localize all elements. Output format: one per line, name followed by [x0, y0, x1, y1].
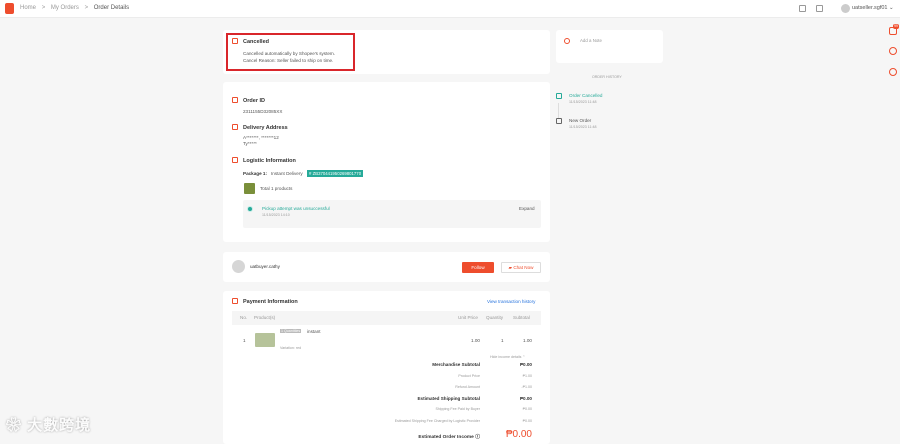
- hide-income-details[interactable]: Hide income details ⌃: [490, 355, 525, 359]
- order-id-value: 2311155D32085XX: [243, 109, 283, 114]
- total-products: Total 1 products: [260, 186, 293, 191]
- history-event-cancelled: Order Cancelled: [569, 93, 603, 98]
- status-title: Cancelled: [243, 39, 269, 45]
- breadcrumb-home[interactable]: Home: [20, 5, 36, 11]
- product-image: [255, 333, 275, 347]
- header-quantity: Quantity: [486, 315, 504, 320]
- income-label: Estimated Order Income ⓘ: [418, 435, 480, 440]
- row-subtotal: 1.00: [523, 338, 532, 343]
- summary-value: ₱0.00: [519, 362, 532, 367]
- summary-label: Refund Amount: [455, 385, 480, 389]
- header-product: Product(s): [254, 315, 276, 320]
- breadcrumb-my-orders[interactable]: My Orders: [51, 5, 79, 11]
- summary-label: Merchandise Subtotal: [432, 362, 480, 367]
- status-line-1: Cancelled automatically by Shopee's syst…: [243, 51, 336, 56]
- row-unit-price: 1.00: [471, 338, 480, 343]
- delivery-address-label: Delivery Address: [243, 125, 288, 131]
- history-title: ORDER HISTORY: [592, 75, 622, 79]
- summary-value: ₱0.00: [519, 396, 532, 401]
- buyer-avatar[interactable]: [232, 260, 245, 273]
- status-dot-icon: [247, 206, 253, 212]
- order-id-label: Order ID: [243, 98, 266, 104]
- logistic-info-label: Logistic Information: [243, 158, 296, 164]
- history-time-new: 11/15/2023 11:48: [569, 125, 597, 129]
- summary-value: ₱1.00: [522, 374, 532, 378]
- breadcrumb-current: Order Details: [93, 5, 130, 11]
- notification-badge: 99: [893, 24, 899, 29]
- top-bar: Home > My Orders > Order Details uatsell…: [0, 0, 900, 18]
- row-quantity: 1: [501, 338, 504, 343]
- track-time: 11/15/2023 14:10: [262, 213, 290, 217]
- income-value: ₱0.00: [505, 429, 532, 440]
- summary-value: -₱1.00: [521, 385, 532, 389]
- track-status: Pickup attempt was unsuccessful: [262, 206, 330, 211]
- book-icon[interactable]: [816, 5, 823, 12]
- document-icon: [556, 118, 562, 124]
- timeline-line: [558, 103, 559, 119]
- header-no: No.: [240, 315, 248, 320]
- view-transaction-link[interactable]: View transaction history: [487, 299, 535, 304]
- history-event-new: New Order: [569, 118, 592, 123]
- shopee-logo[interactable]: [5, 3, 14, 14]
- product-variation: Variation: red: [280, 346, 302, 350]
- income-label-text: Estimated Order Income: [418, 435, 474, 440]
- breadcrumb-separator: >: [41, 5, 46, 11]
- summary-label: Estimated Shipping Subtotal: [417, 396, 480, 401]
- add-note-input[interactable]: Add a Note: [580, 38, 602, 43]
- chat-icon[interactable]: [889, 68, 897, 76]
- chat-now-label: Chat Now: [513, 265, 534, 270]
- hide-details-label: Hide income details: [490, 355, 522, 359]
- follow-button[interactable]: Follow: [462, 262, 494, 273]
- package-label: Package 1:: [243, 171, 268, 176]
- user-avatar[interactable]: [841, 4, 850, 13]
- address-line-2: Ty*****: [243, 141, 257, 146]
- expand-link[interactable]: Expand: [519, 206, 535, 211]
- quantity-tag: 1 Quantities: [280, 329, 302, 333]
- grid-icon[interactable]: [799, 5, 806, 12]
- tracking-number-tag[interactable]: # ZB370441950269801770: [307, 170, 364, 177]
- summary-label: Product Price: [458, 374, 480, 378]
- document-icon: [232, 38, 238, 44]
- watermark-label: 大數跨境: [27, 417, 92, 434]
- note-icon: [564, 38, 570, 44]
- notes-card: [556, 30, 663, 63]
- product-name: instant: [307, 329, 321, 334]
- order-id-icon: [232, 97, 238, 103]
- payment-title: Payment Information: [243, 299, 298, 305]
- location-pin-icon: [232, 124, 238, 130]
- support-icon[interactable]: [889, 47, 897, 55]
- header-subtotal: Subtotal: [513, 315, 530, 320]
- chat-now-button[interactable]: ▰ Chat Now: [501, 262, 541, 273]
- status-line-2: Cancel Reason: Seller failed to ship on …: [243, 58, 334, 63]
- breadcrumb: Home > My Orders > Order Details: [20, 5, 133, 11]
- buyer-name[interactable]: uatbuyer.cathy: [250, 264, 280, 269]
- summary-label: Estimated Shipping Fee Charged by Logist…: [394, 419, 480, 423]
- history-time-cancelled: 11/15/2023 11:48: [569, 100, 597, 104]
- check-icon: [556, 93, 562, 99]
- package-type: Instant Delivery: [271, 171, 303, 176]
- payment-icon: [232, 298, 238, 304]
- product-thumbnail: [244, 183, 255, 194]
- truck-icon: [232, 157, 238, 163]
- username: uatseller.sgf01: [852, 5, 888, 11]
- user-menu[interactable]: uatseller.sgf01 ⌄: [852, 5, 894, 11]
- summary-label: Shipping Fee Paid by Buyer: [435, 407, 480, 411]
- row-no: 1: [243, 338, 246, 343]
- breadcrumb-separator: >: [84, 5, 89, 11]
- summary-value: ₱0.00: [522, 407, 532, 411]
- header-unit-price: Unit Price: [458, 315, 478, 320]
- address-line-1: A*******, *******12: [243, 135, 279, 140]
- summary-value: ₱0.00: [522, 419, 532, 423]
- watermark-text: ❀ 大數跨境: [6, 417, 92, 434]
